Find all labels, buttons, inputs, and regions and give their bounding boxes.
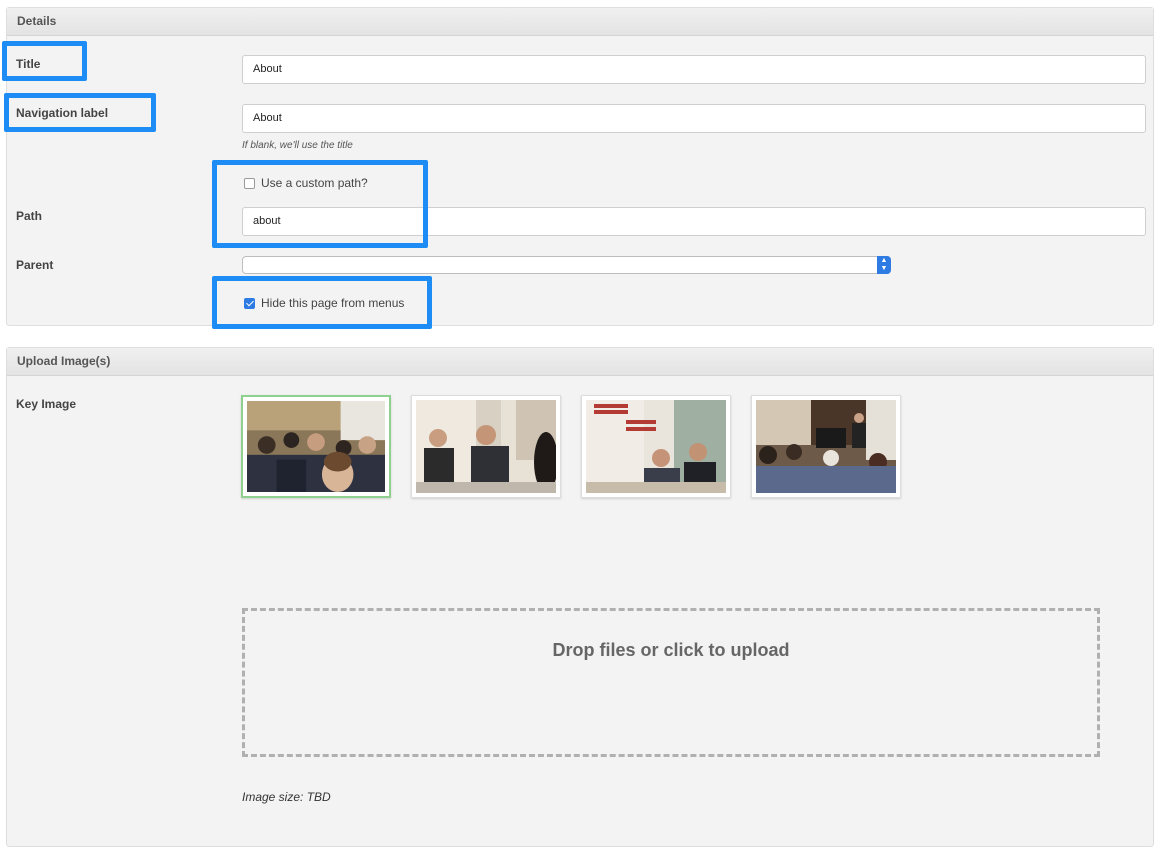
highlight-navigation-label [4, 93, 156, 132]
key-image-label: Key Image [16, 397, 77, 411]
thumbnail-1[interactable] [241, 395, 391, 498]
parent-select[interactable]: ▲ ▼ [242, 256, 891, 274]
thumbnail-4[interactable] [751, 395, 901, 498]
photo-lecture-room [756, 400, 896, 493]
highlight-hide-from-menus [212, 276, 432, 329]
photo-audience [247, 401, 385, 492]
dropzone-text: Drop files or click to upload [552, 640, 790, 660]
navigation-help-text: If blank, we'll use the title [242, 140, 353, 151]
image-size-note: Image size: TBD [242, 790, 331, 804]
title-input[interactable]: About [242, 55, 1146, 84]
select-arrows-icon: ▲ ▼ [877, 256, 891, 274]
path-label: Path [16, 209, 43, 223]
upload-panel: Upload Image(s) [6, 347, 1154, 847]
thumbnail-3[interactable] [581, 395, 731, 498]
photo-human-rights-banner [586, 400, 726, 493]
parent-label: Parent [16, 258, 54, 272]
upload-dropzone[interactable]: Drop files or click to upload [242, 608, 1100, 757]
highlight-title [2, 41, 87, 81]
photo-panel-discussion [416, 400, 556, 493]
thumbnail-2[interactable] [411, 395, 561, 498]
details-panel-header: Details [7, 8, 1153, 36]
navigation-label-input[interactable]: About [242, 104, 1146, 133]
highlight-custom-path [212, 160, 428, 248]
upload-panel-header: Upload Image(s) [7, 348, 1153, 376]
